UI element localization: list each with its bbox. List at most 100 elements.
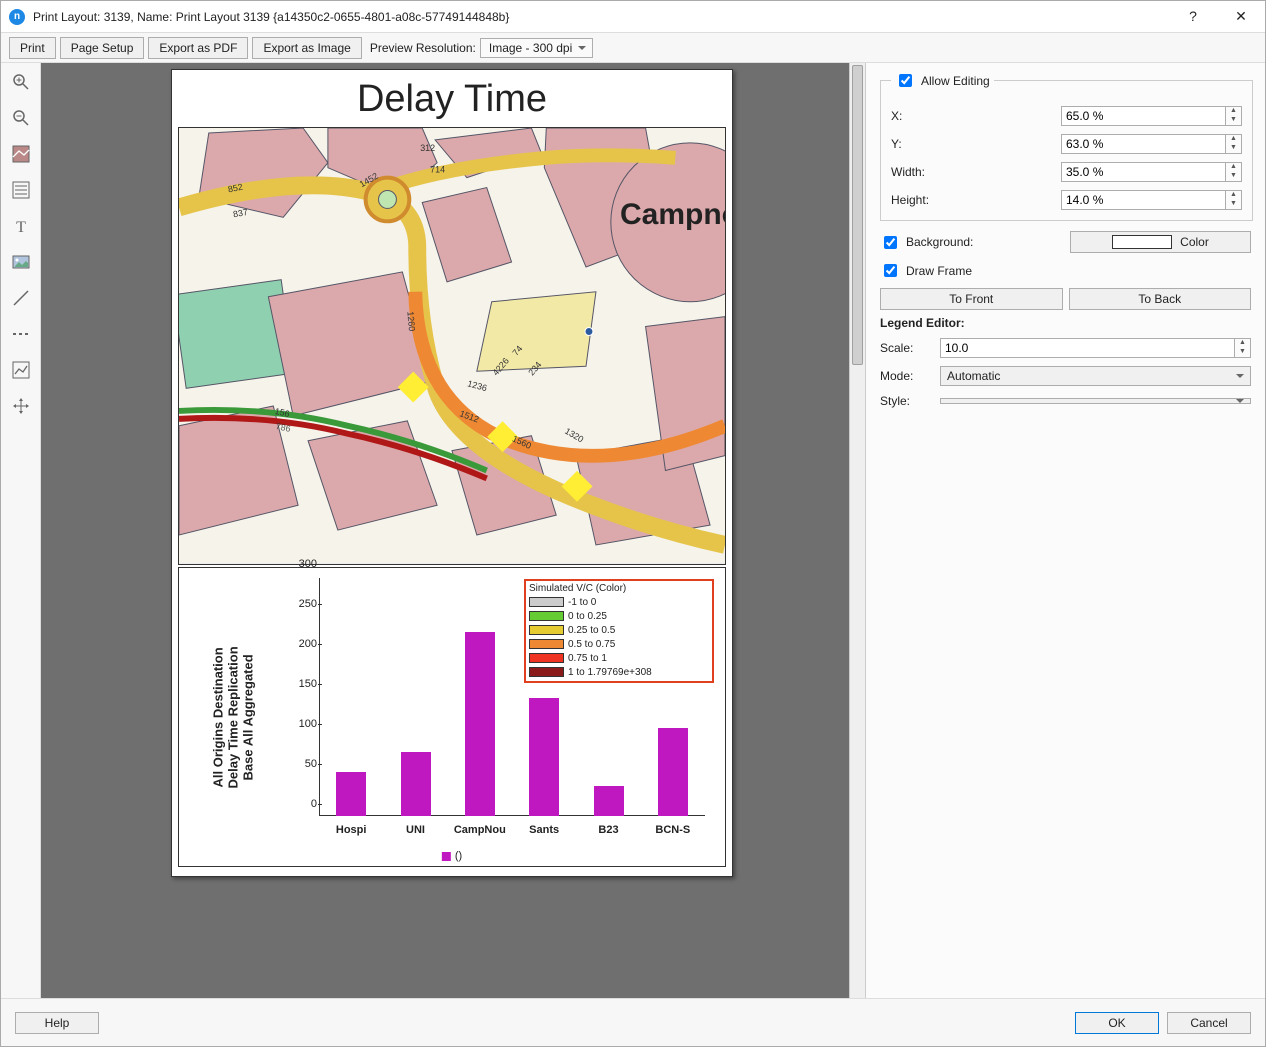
chart-icon[interactable]: [10, 359, 32, 381]
x-input[interactable]: [1061, 106, 1226, 126]
x-tick: UNI: [406, 824, 425, 836]
dash-icon[interactable]: [10, 323, 32, 345]
list-icon[interactable]: [10, 179, 32, 201]
width-label: Width:: [891, 165, 1061, 179]
map-legend-overlay: Simulated V/C (Color) -1 to 00 to 0.250.…: [524, 579, 714, 683]
scrollbar-thumb[interactable]: [852, 65, 863, 365]
page-setup-button[interactable]: Page Setup: [60, 37, 145, 59]
svg-text:1260: 1260: [405, 311, 417, 332]
export-image-button[interactable]: Export as Image: [252, 37, 361, 59]
legend-editor-title: Legend Editor:: [880, 316, 1251, 330]
scale-input[interactable]: [940, 338, 1235, 358]
bar: [594, 786, 624, 816]
spin-arrows-icon[interactable]: ▲▼: [1235, 338, 1251, 358]
cancel-button[interactable]: Cancel: [1167, 1012, 1251, 1034]
help-icon[interactable]: ?: [1177, 8, 1209, 25]
ok-button[interactable]: OK: [1075, 1012, 1159, 1034]
bar: [529, 698, 559, 816]
mode-select[interactable]: Automatic: [940, 366, 1251, 386]
svg-text:312: 312: [420, 143, 435, 153]
print-button[interactable]: Print: [9, 37, 56, 59]
background-checkbox[interactable]: [884, 236, 897, 249]
legend-row: 0.25 to 0.5: [529, 623, 709, 637]
y-tick: 300: [289, 558, 317, 570]
y-label: Y:: [891, 137, 1061, 151]
zoom-out-icon[interactable]: [10, 107, 32, 129]
legend-label: 0.75 to 1: [568, 653, 607, 664]
series-color-swatch: [442, 852, 451, 861]
y-axis: [319, 578, 320, 816]
y-tick: 0: [289, 798, 317, 810]
y-tick: 100: [289, 718, 317, 730]
legend-swatch: [529, 597, 564, 607]
legend-swatch: [529, 625, 564, 635]
allow-editing-group: Allow Editing X: ▲▼ Y: ▲▼ Width: ▲▼ Heig…: [880, 71, 1253, 221]
legend-label: 1 to 1.79769e+308: [568, 667, 652, 678]
help-button[interactable]: Help: [15, 1012, 99, 1034]
bar: [401, 752, 431, 816]
height-label: Height:: [891, 193, 1061, 207]
legend-swatch: [529, 653, 564, 663]
scale-label: Scale:: [880, 341, 940, 355]
x-tick: Hospi: [336, 824, 367, 836]
bar: [336, 772, 366, 816]
spin-arrows-icon[interactable]: ▲▼: [1226, 190, 1242, 210]
legend-swatch: [529, 667, 564, 677]
height-input[interactable]: [1061, 190, 1226, 210]
y-input[interactable]: [1061, 134, 1226, 154]
x-tick: BCN-S: [655, 824, 690, 836]
mode-label: Mode:: [880, 369, 940, 383]
image-icon[interactable]: [10, 251, 32, 273]
layout-page[interactable]: Delay Time: [171, 69, 733, 877]
legend-row: 0.75 to 1: [529, 651, 709, 665]
line-icon[interactable]: [10, 287, 32, 309]
move-icon[interactable]: [10, 395, 32, 417]
legend-row: 0 to 0.25: [529, 609, 709, 623]
to-back-button[interactable]: To Back: [1069, 288, 1252, 310]
export-pdf-button[interactable]: Export as PDF: [148, 37, 248, 59]
width-input[interactable]: [1061, 162, 1226, 182]
legend-label: 0.25 to 0.5: [568, 625, 615, 636]
spin-arrows-icon[interactable]: ▲▼: [1226, 106, 1242, 126]
chart-series-legend: (): [442, 850, 462, 862]
preview-resolution-select[interactable]: Image - 300 dpi: [480, 38, 593, 58]
spin-arrows-icon[interactable]: ▲▼: [1226, 162, 1242, 182]
canvas-vscrollbar[interactable]: [849, 63, 865, 998]
svg-text:T: T: [16, 219, 26, 236]
titlebar: n Print Layout: 3139, Name: Print Layout…: [1, 1, 1265, 33]
text-icon[interactable]: T: [10, 215, 32, 237]
legend-swatch: [529, 611, 564, 621]
map-text-label: Campno: [620, 198, 726, 232]
chart-view: All Origins Destination Delay Time Repli…: [178, 567, 726, 867]
legend-row: 0.5 to 0.75: [529, 637, 709, 651]
x-tick: B23: [598, 824, 618, 836]
to-front-button[interactable]: To Front: [880, 288, 1063, 310]
legend-label: 0.5 to 0.75: [568, 639, 615, 650]
y-tick: 200: [289, 638, 317, 650]
svg-text:714: 714: [430, 165, 445, 175]
print-layout-dialog: n Print Layout: 3139, Name: Print Layout…: [0, 0, 1266, 1047]
style-select[interactable]: [940, 398, 1251, 404]
chart-ylabel: All Origins Destination Delay Time Repli…: [179, 568, 289, 866]
bar: [658, 728, 688, 816]
map-view: 852 837 312 714 1452 1260 156 786 1236 1…: [178, 127, 726, 565]
allow-editing-checkbox[interactable]: [899, 74, 912, 87]
left-toolbar: T: [1, 63, 41, 998]
canvas-area: Delay Time: [41, 63, 865, 998]
map-icon[interactable]: [10, 143, 32, 165]
color-button[interactable]: Color: [1070, 231, 1251, 253]
legend-swatch: [529, 639, 564, 649]
style-label: Style:: [880, 394, 940, 408]
draw-frame-checkbox[interactable]: [884, 264, 897, 277]
y-tick: 50: [289, 758, 317, 770]
canvas[interactable]: Delay Time: [41, 63, 849, 998]
x-label: X:: [891, 109, 1061, 123]
zoom-in-icon[interactable]: [10, 71, 32, 93]
y-tick: 150: [289, 678, 317, 690]
app-icon: n: [9, 9, 25, 25]
spin-arrows-icon[interactable]: ▲▼: [1226, 134, 1242, 154]
close-icon[interactable]: ✕: [1225, 8, 1257, 25]
window-title: Print Layout: 3139, Name: Print Layout 3…: [33, 10, 1177, 24]
x-tick: CampNou: [454, 824, 506, 836]
legend-row: 1 to 1.79769e+308: [529, 665, 709, 679]
